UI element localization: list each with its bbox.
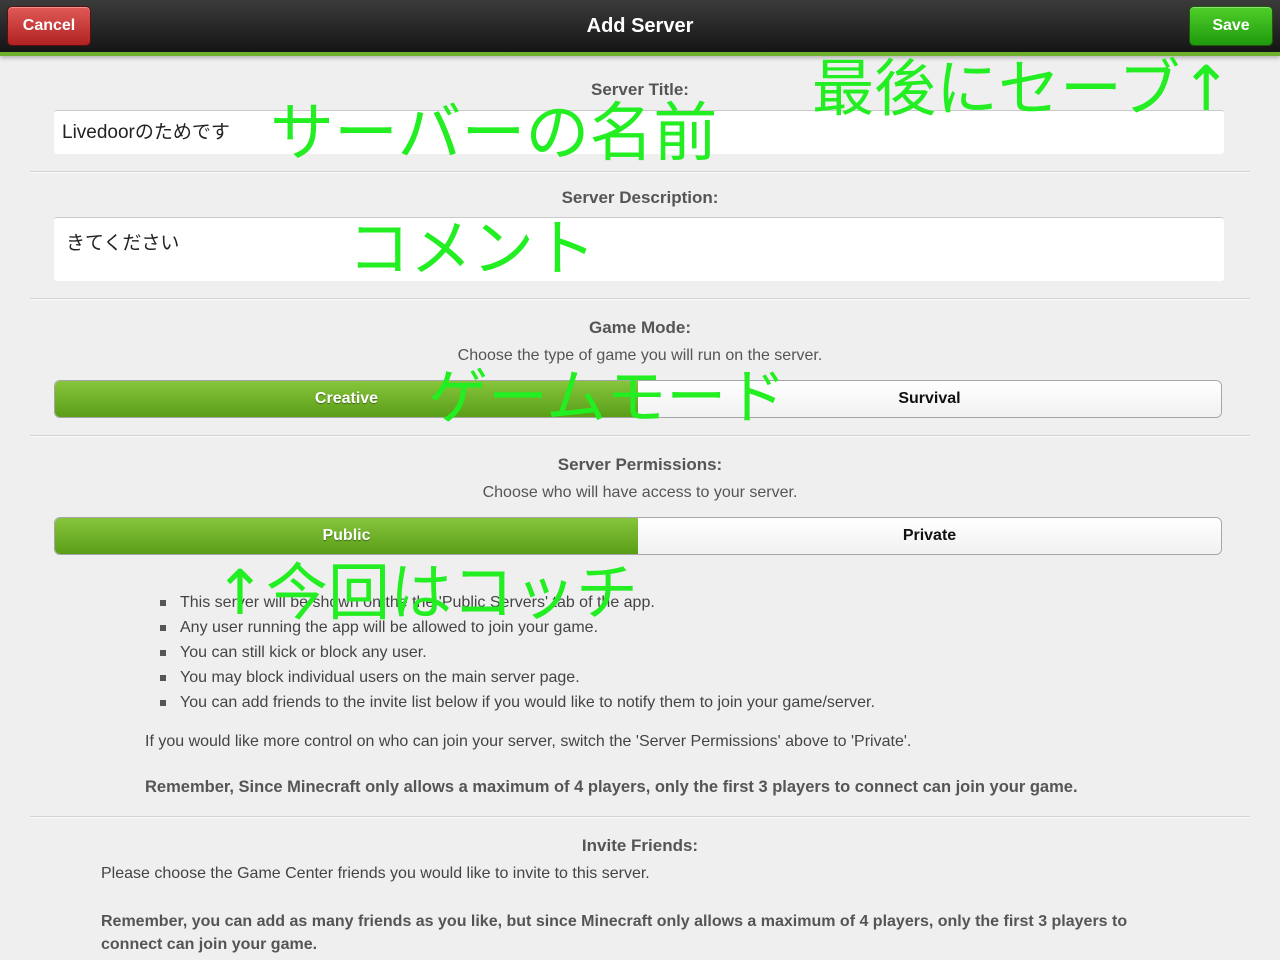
invite-friends-label: Invite Friends: [581, 836, 699, 855]
server-permissions-segmented-control: Public Private [54, 517, 1222, 555]
save-button[interactable]: Save [1189, 6, 1273, 46]
server-description-label: Server Description: [561, 188, 719, 207]
permissions-reminder: Remember, Since Minecraft only allows a … [145, 778, 1078, 796]
game-mode-label: Game Mode: [588, 318, 692, 337]
game-mode-annotation: ゲームモード [428, 363, 787, 433]
title-annotation: サーバーの名前 [270, 97, 718, 171]
list-item: You can still kick or block any user. [158, 640, 875, 665]
invite-friends-hint: Please choose the Game Center friends yo… [101, 865, 650, 882]
server-permissions-label: Server Permissions: [557, 455, 723, 474]
description-annotation: コメント [348, 212, 597, 285]
divider [30, 816, 1250, 818]
permission-annotation: ↑今回はコッチ [214, 556, 638, 629]
divider [30, 171, 1250, 173]
save-annotation: 最後にセーブ↑ [812, 52, 1233, 125]
divider [30, 435, 1250, 437]
divider [30, 298, 1250, 300]
server-description-value: きてください [66, 233, 180, 254]
permission-public-segment[interactable]: Public [55, 518, 638, 554]
server-description-input[interactable]: きてください [54, 217, 1224, 281]
list-item: You may block individual users on the ma… [158, 665, 875, 690]
server-title-value: Livedoorのためです [62, 122, 230, 143]
invite-friends-reminder: Remember, you can add as many friends as… [101, 913, 1128, 953]
server-permissions-hint: Choose who will have access to your serv… [482, 484, 798, 501]
permissions-note: If you would like more control on who ca… [145, 733, 912, 750]
page-title: Add Server [586, 15, 694, 37]
permission-private-segment[interactable]: Private [638, 518, 1221, 554]
navigation-bar: Cancel Add Server Save [0, 0, 1280, 56]
list-item: You can add friends to the invite list b… [158, 690, 875, 715]
